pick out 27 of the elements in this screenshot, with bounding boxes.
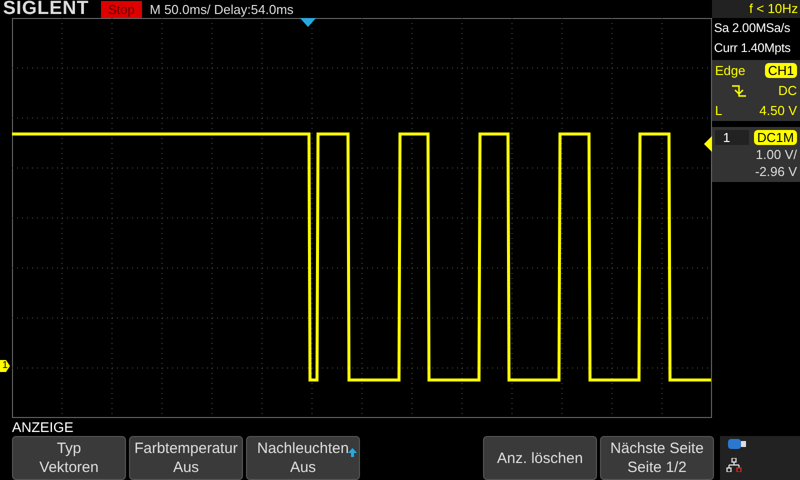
trigger-panel[interactable]: Edge CH1 DC L 4.50 V	[712, 60, 800, 121]
softkey-button[interactable]: Nachleuchten Aus	[246, 436, 360, 480]
softkey-button[interactable]: Nächste Seite Seite 1/2	[600, 436, 714, 480]
channel-number: 1	[715, 130, 749, 145]
memory-depth: Curr 1.40Mpts	[713, 40, 792, 57]
channel-panel[interactable]: 1 DC1M 1.00 V/ -2.96 V	[712, 127, 800, 182]
menu-title: ANZEIGE	[12, 418, 74, 436]
softkey-button[interactable]: Typ Vektoren	[12, 436, 126, 480]
usb-icon	[728, 439, 746, 449]
trigger-position-icon	[300, 18, 316, 28]
trigger-type: Edge	[715, 63, 746, 78]
trigger-level: 4.50 V	[759, 103, 797, 118]
trigger-coupling: DC	[778, 83, 797, 98]
trigger-source: CH1	[764, 63, 797, 78]
softkey-button[interactable]: Farbtemperatur Aus	[129, 436, 243, 480]
timebase-readout: M 50.0ms/ Delay:54.0ms	[150, 2, 294, 16]
channel-marker: 1	[0, 360, 10, 372]
channel-coupling: DC1M	[754, 130, 797, 145]
brand-logo: SIGLENT	[3, 0, 90, 18]
trigger-level-label: L	[715, 103, 724, 118]
trigger-frequency: f < 10Hz	[712, 0, 800, 18]
falling-edge-icon	[731, 84, 747, 98]
softkey-button[interactable]: Anz. löschen	[483, 436, 597, 480]
network-icon	[726, 458, 742, 472]
channel-scale: 1.00 V/	[756, 147, 797, 162]
sample-rate: Sa 2.00MSa/s	[713, 20, 792, 37]
channel-offset: -2.96 V	[755, 164, 797, 179]
